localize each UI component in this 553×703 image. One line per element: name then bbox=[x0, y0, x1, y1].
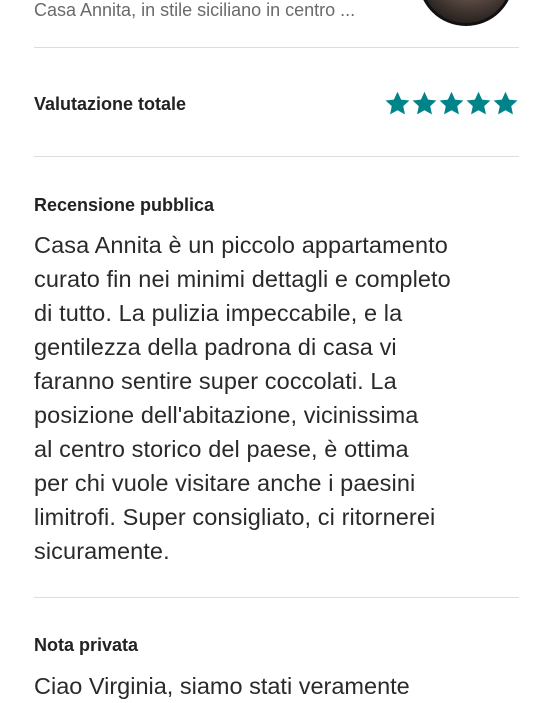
review-page: Casa Annita, in stile siciliano in centr… bbox=[0, 0, 553, 700]
review-line: Casa Annita è un piccolo appartamento bbox=[34, 232, 448, 258]
review-line: posizione dell'abitazione, vicinissima bbox=[34, 402, 419, 428]
review-line: limitrofi. Super consigliato, ci ritorne… bbox=[34, 504, 436, 530]
divider bbox=[34, 47, 519, 48]
overall-rating-stars bbox=[384, 90, 519, 117]
divider bbox=[34, 597, 519, 598]
private-note-heading: Nota privata bbox=[34, 635, 139, 655]
review-line: sicuramente. bbox=[34, 538, 170, 564]
private-note-text: Ciao Virginia, siamo stati veramente bbox=[34, 673, 410, 699]
review-line: curato fin nei minimi dettagli e complet… bbox=[34, 266, 451, 292]
divider bbox=[34, 156, 519, 157]
review-line: per chi vuole visitare anche i paesini bbox=[34, 470, 416, 496]
star-icon bbox=[465, 90, 492, 117]
star-icon bbox=[384, 90, 411, 117]
host-avatar[interactable] bbox=[418, 0, 514, 26]
review-line: di tutto. La pulizia impeccabile, e la bbox=[34, 300, 403, 326]
public-review-heading: Recensione pubblica bbox=[34, 195, 215, 215]
star-icon bbox=[438, 90, 465, 117]
star-icon bbox=[492, 90, 519, 117]
review-line: gentilezza della padrona di casa vi bbox=[34, 334, 397, 360]
review-line: faranno sentire super coccolati. La bbox=[34, 368, 397, 394]
listing-subtitle[interactable]: Casa Annita, in stile siciliano in centr… bbox=[34, 0, 355, 22]
star-icon bbox=[411, 90, 438, 117]
review-line: al centro storico del paese, è ottima bbox=[34, 436, 409, 462]
overall-rating-label: Valutazione totale bbox=[34, 94, 187, 114]
public-review-text: Casa Annita è un piccolo appartamento cu… bbox=[34, 228, 524, 568]
